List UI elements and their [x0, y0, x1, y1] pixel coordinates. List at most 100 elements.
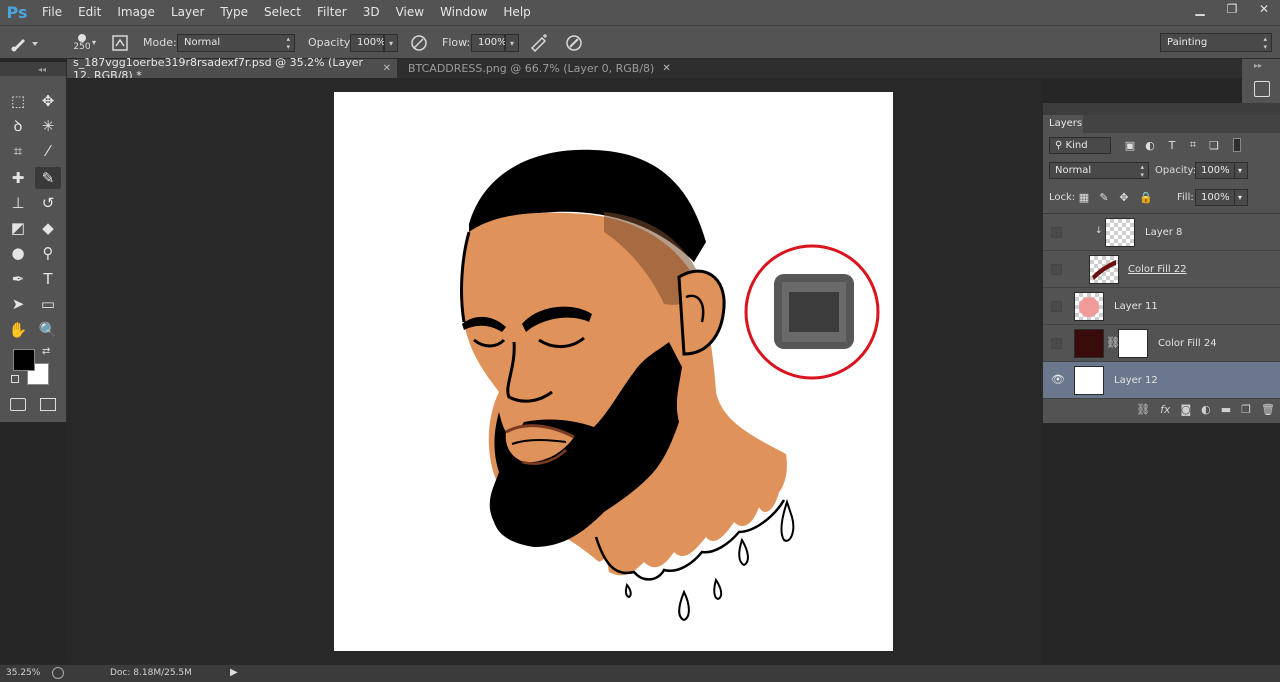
- opacity-dropdown[interactable]: ▾: [384, 34, 398, 52]
- shape-filter-icon[interactable]: ⌗: [1186, 138, 1200, 152]
- flow-input[interactable]: 100%: [471, 34, 507, 52]
- menu-3d[interactable]: 3D: [355, 0, 388, 25]
- tab-btcaddress-document[interactable]: BTCADDRESS.png @ 66.7% (Layer 0, RGB/8) …: [402, 59, 677, 78]
- fill-input[interactable]: 100%: [1195, 189, 1235, 206]
- eraser-tool-icon[interactable]: ◩: [5, 217, 31, 239]
- trash-icon[interactable]: 🗑: [1261, 403, 1275, 416]
- adjustment-filter-icon[interactable]: ◐: [1143, 138, 1157, 152]
- tab-layers[interactable]: Layers: [1043, 115, 1083, 133]
- toolbox-collapse[interactable]: ◂◂: [0, 62, 66, 76]
- close-icon[interactable]: ✕: [383, 63, 391, 74]
- hand-tool-icon[interactable]: ✋: [5, 319, 31, 341]
- flow-dropdown[interactable]: ▾: [505, 34, 519, 52]
- screen-mode-icon[interactable]: [40, 398, 56, 411]
- menu-window[interactable]: Window: [432, 0, 495, 25]
- tool-preset-picker[interactable]: [8, 26, 44, 59]
- history-brush-tool-icon[interactable]: ↺: [35, 192, 61, 214]
- menu-edit[interactable]: Edit: [70, 0, 109, 25]
- adjustment-icon[interactable]: ◐: [1201, 403, 1211, 416]
- brush-tool-icon[interactable]: ✎: [35, 167, 61, 189]
- magic-wand-tool-icon[interactable]: ✳: [35, 115, 61, 137]
- default-colors-icon[interactable]: [11, 375, 19, 383]
- path-select-tool-icon[interactable]: ➤: [5, 293, 31, 315]
- layer-opacity-input[interactable]: 100%: [1195, 162, 1235, 179]
- tab-psd-document[interactable]: s_187vgg1oerbe319r8rsadexf7r.psd @ 35.2%…: [67, 56, 397, 82]
- lock-position-icon[interactable]: ✥: [1117, 190, 1131, 204]
- zoom-level[interactable]: 35.25%: [6, 668, 40, 678]
- visibility-toggle[interactable]: [1051, 301, 1062, 312]
- shape-tool-icon[interactable]: ▭: [35, 293, 61, 315]
- lock-transparent-icon[interactable]: ▦: [1077, 190, 1091, 204]
- pixel-filter-icon[interactable]: ▣: [1123, 138, 1137, 152]
- brush-panel-toggle[interactable]: [110, 26, 130, 59]
- workspace-select[interactable]: Painting ▴ ▾: [1160, 33, 1272, 52]
- status-info-icon[interactable]: [52, 667, 64, 679]
- status-menu-arrow-icon[interactable]: ▶: [230, 667, 238, 678]
- layer-row-layer-11[interactable]: Layer 11: [1043, 288, 1280, 325]
- airbrush-toggle[interactable]: [528, 26, 550, 59]
- fx-icon[interactable]: fx: [1160, 403, 1170, 416]
- history-panel-icon[interactable]: [1254, 81, 1270, 97]
- layer-row-color-fill-22[interactable]: Color Fill 22: [1043, 251, 1280, 288]
- pen-pressure-icon: [411, 34, 427, 51]
- close-icon[interactable]: ✕: [662, 63, 670, 74]
- eyedropper-tool-icon[interactable]: ⁄: [35, 140, 61, 162]
- layer-list: ↓ Layer 8 Color Fill 22 Layer 11 ⛓ Color…: [1043, 213, 1280, 399]
- smart-object-filter-icon[interactable]: ❏: [1207, 138, 1221, 152]
- paint-bucket-tool-icon[interactable]: ◆: [35, 217, 61, 239]
- fill-dropdown[interactable]: ▾: [1234, 189, 1248, 206]
- new-layer-icon[interactable]: ❐: [1241, 403, 1251, 416]
- blend-mode-select[interactable]: Normal ▴ ▾: [1049, 162, 1149, 179]
- crop-tool-icon[interactable]: ⌗: [5, 140, 31, 162]
- mask-icon[interactable]: ◙: [1180, 403, 1191, 416]
- marquee-tool-icon[interactable]: ⬚: [5, 90, 31, 112]
- layer-row-layer-12[interactable]: 👁 Layer 12: [1043, 362, 1280, 399]
- link-icon[interactable]: ⛓: [1136, 403, 1150, 416]
- layer-filter-select[interactable]: ⚲ Kind: [1049, 137, 1111, 154]
- visibility-toggle[interactable]: [1051, 338, 1062, 349]
- pressure-opacity-toggle[interactable]: [408, 26, 430, 59]
- menu-type[interactable]: Type: [212, 0, 256, 25]
- visibility-toggle[interactable]: [1051, 264, 1062, 275]
- document-canvas[interactable]: [334, 92, 893, 651]
- layer-opacity-dropdown[interactable]: ▾: [1234, 162, 1248, 179]
- layer-row-color-fill-24[interactable]: ⛓ Color Fill 24: [1043, 325, 1280, 362]
- minimize-button[interactable]: ▁: [1184, 0, 1216, 18]
- stamp-tool-icon[interactable]: ⊥: [5, 192, 31, 214]
- chevron-down-icon[interactable]: ▾: [92, 26, 96, 59]
- filter-toggle-switch[interactable]: [1233, 138, 1241, 152]
- menu-select[interactable]: Select: [256, 0, 309, 25]
- folder-icon[interactable]: ▬: [1221, 403, 1231, 416]
- lock-pixels-icon[interactable]: ✎: [1097, 190, 1111, 204]
- quick-mask-icon[interactable]: [10, 398, 26, 411]
- menu-layer[interactable]: Layer: [163, 0, 212, 25]
- workspace-value: Painting: [1167, 37, 1208, 48]
- type-tool-icon[interactable]: T: [35, 268, 61, 290]
- expand-panels-icon[interactable]: ▸▸: [1254, 61, 1262, 70]
- close-button[interactable]: ✕: [1248, 0, 1280, 18]
- menu-file[interactable]: File: [34, 0, 70, 25]
- fill-color-thumbnail: [1074, 329, 1104, 358]
- mode-select[interactable]: Normal ▴ ▾: [177, 34, 295, 52]
- blur-tool-icon[interactable]: ●: [5, 242, 31, 264]
- eye-icon[interactable]: 👁: [1051, 373, 1065, 386]
- menu-filter[interactable]: Filter: [309, 0, 355, 25]
- layer-row-layer-8[interactable]: ↓ Layer 8: [1043, 214, 1280, 251]
- swap-colors-icon[interactable]: ⇄: [42, 346, 50, 357]
- restore-button[interactable]: ❐: [1216, 0, 1248, 18]
- pen-tool-icon[interactable]: ✒: [5, 268, 31, 290]
- lock-all-icon[interactable]: 🔒: [1139, 190, 1153, 204]
- foreground-color-swatch[interactable]: [13, 349, 35, 371]
- visibility-toggle[interactable]: [1051, 227, 1062, 238]
- move-tool-icon[interactable]: ✥: [35, 90, 61, 112]
- dodge-tool-icon[interactable]: ⚲: [35, 242, 61, 264]
- menu-view[interactable]: View: [388, 0, 432, 25]
- menu-help[interactable]: Help: [495, 0, 538, 25]
- zoom-tool-icon[interactable]: 🔍: [35, 319, 61, 341]
- pressure-size-toggle[interactable]: [563, 26, 585, 59]
- opacity-input[interactable]: 100%: [350, 34, 386, 52]
- type-filter-icon[interactable]: T: [1165, 138, 1179, 152]
- lasso-tool-icon[interactable]: ꝺ: [5, 115, 31, 137]
- menu-image[interactable]: Image: [109, 0, 163, 25]
- healing-tool-icon[interactable]: ✚: [5, 167, 31, 189]
